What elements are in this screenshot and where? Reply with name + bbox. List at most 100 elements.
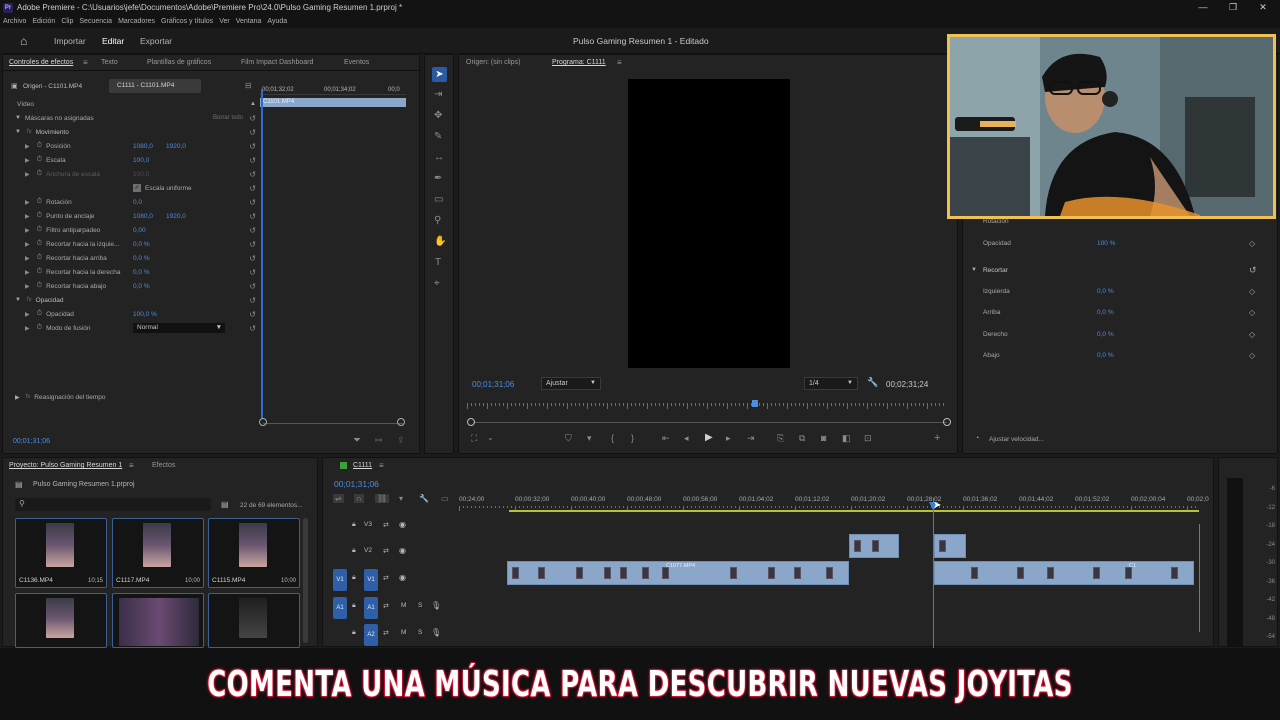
zoom-icon[interactable]: ⚲ [434, 215, 441, 226]
expand-icon[interactable]: ▶ [25, 311, 30, 318]
crop-value[interactable]: 0,0 % [1097, 352, 1114, 359]
panel-menu-icon[interactable]: ≡ [83, 58, 88, 67]
stopwatch-icon[interactable]: ⏱ [37, 240, 42, 248]
rectangle-icon[interactable]: ▭ [434, 194, 443, 205]
expand-icon[interactable]: ▼ [15, 297, 21, 303]
program-video-frame[interactable] [628, 79, 790, 368]
property-value[interactable]: 100,0 [133, 171, 149, 178]
filter-icon[interactable]: ⏷ [353, 435, 361, 446]
zoom-handle-right[interactable] [943, 418, 951, 426]
scrollbar[interactable] [303, 518, 308, 643]
reset-icon[interactable]: ↺ [249, 268, 256, 277]
panel-menu-icon[interactable]: ≡ [617, 58, 622, 67]
tab-importar[interactable]: Importar [54, 36, 86, 46]
expand-icon[interactable]: ▶ [25, 241, 30, 248]
sync-lock-icon[interactable]: ⇄ [383, 547, 389, 555]
camera-icon[interactable]: ◙ [821, 433, 826, 443]
property-value[interactable]: 100,0 [133, 157, 149, 164]
reset-icon[interactable]: ↺ [249, 170, 256, 179]
stopwatch-icon[interactable]: ⏱ [37, 268, 42, 276]
menu-archivo[interactable]: Archivo [3, 18, 26, 25]
playhead-line[interactable] [261, 89, 263, 419]
toggle-timeline-icon[interactable]: ⊟ [245, 81, 252, 90]
sync-lock-icon[interactable]: ⇄ [383, 629, 389, 637]
expand-icon[interactable]: ▶ [25, 227, 30, 234]
property-value[interactable]: 0,0 % [133, 255, 150, 262]
track-select-icon[interactable]: ⇥ [434, 89, 442, 100]
stopwatch-icon[interactable]: ⏱ [37, 212, 42, 220]
wrench-icon[interactable]: 🔧 [867, 377, 878, 388]
tab-program[interactable]: Programa: C1111 [552, 59, 606, 66]
timeline-clip[interactable] [849, 534, 899, 558]
reset-icon[interactable]: ↺ [249, 282, 256, 291]
tab-editar[interactable]: Editar [102, 36, 124, 46]
tab-plantillas[interactable]: Plantillas de gráficos [147, 59, 211, 66]
selection-tool-icon[interactable]: ➤ [432, 67, 447, 82]
add-button-icon[interactable]: + [934, 432, 940, 444]
reset-icon[interactable]: ↺ [249, 128, 256, 137]
program-ruler[interactable] [467, 403, 951, 409]
razor-icon[interactable]: ✎ [434, 131, 442, 142]
property-value[interactable]: 1920,0 [166, 143, 186, 150]
captions-icon[interactable]: ▭ [441, 494, 449, 503]
reset-icon[interactable]: ↺ [249, 226, 256, 235]
microphone-icon[interactable]: 🎙︎ [431, 601, 441, 610]
snap-icon[interactable]: ∩ [354, 494, 364, 503]
stopwatch-icon[interactable]: ⏱ [37, 254, 42, 262]
stopwatch-icon[interactable]: ⏱ [37, 324, 42, 332]
expand-icon[interactable]: ▶ [25, 283, 30, 290]
reset-icon[interactable]: ↺ [249, 324, 256, 333]
menu-ayuda[interactable]: Ayuda [267, 18, 287, 25]
track-target[interactable]: V3 [364, 521, 372, 528]
stopwatch-icon[interactable]: ⏱ [37, 142, 42, 150]
expand-icon[interactable]: ▶ [25, 213, 30, 220]
keyframe-icon[interactable]: ◇ [1249, 239, 1255, 248]
menu-clip[interactable]: Clip [61, 18, 73, 25]
lock-icon[interactable]: 🔒︎ [352, 574, 356, 582]
sync-lock-icon[interactable]: ⇄ [383, 602, 389, 610]
proxy-icon[interactable]: ⊡ [864, 433, 872, 444]
track-target[interactable]: A1 [364, 597, 378, 619]
solo-button[interactable]: S [418, 629, 422, 636]
export-icon[interactable]: ⇪ [397, 435, 405, 446]
bin-item[interactable] [208, 593, 300, 648]
slip-icon[interactable]: ↔ [434, 152, 444, 163]
menu-marcadores[interactable]: Marcadores [118, 18, 155, 25]
bin-item[interactable] [15, 593, 107, 648]
property-value[interactable]: 0,0 % [133, 241, 150, 248]
keyframe-icon[interactable]: ◇ [1249, 287, 1255, 296]
maximize-button[interactable]: ❐ [1218, 0, 1248, 15]
blend-mode-select[interactable]: Normal ▼ [133, 323, 225, 333]
microphone-icon[interactable]: 🎙︎ [431, 628, 441, 637]
mute-button[interactable]: M [401, 629, 406, 636]
expand-icon[interactable]: ▶ [25, 325, 30, 332]
menu-secuencia[interactable]: Secuencia [79, 18, 112, 25]
collapse-icon[interactable]: ▲ [250, 101, 256, 107]
reset-icon[interactable]: ↺ [249, 310, 256, 319]
insert-sequence-icon[interactable]: ⇌ [333, 494, 344, 503]
expand-icon[interactable]: ▼ [15, 129, 21, 135]
transform-icon[interactable]: ⌖ [434, 278, 440, 289]
eye-icon[interactable]: ◉ [399, 573, 406, 582]
mini-clip-bar[interactable]: C1101.MP4 [260, 98, 406, 107]
bin-icon[interactable]: ▤ [221, 500, 229, 509]
add-marker-icon[interactable]: ▾ [587, 433, 592, 444]
speed-button[interactable]: ◔ Ajustar velocidad... [971, 433, 1061, 446]
timeline-playhead[interactable] [933, 498, 934, 648]
ripple-edit-icon[interactable]: ✥ [434, 110, 442, 121]
track-target[interactable]: V1 [364, 569, 378, 591]
expand-icon[interactable]: ▶ [25, 171, 30, 178]
program-playhead[interactable] [752, 400, 758, 407]
crop-value[interactable]: 0,0 % [1097, 331, 1114, 338]
go-to-in-icon[interactable]: ⇤ [662, 433, 670, 444]
tab-source[interactable]: Origen: (sin clips) [466, 59, 520, 66]
keyframe-icon[interactable]: ◇ [1249, 308, 1255, 317]
expand-icon[interactable]: ▶ [25, 157, 30, 164]
sync-lock-icon[interactable]: ⇄ [383, 574, 389, 582]
tab-eventos[interactable]: Eventos [344, 59, 369, 66]
clear-all-button[interactable]: Borrar todo [213, 115, 243, 121]
source-patch[interactable]: A1 [333, 597, 347, 619]
add-marker-icon[interactable]: ▾ [399, 494, 403, 503]
go-to-out-icon[interactable]: ⇥ [747, 433, 755, 444]
expand-icon[interactable]: ▶ [25, 199, 30, 206]
